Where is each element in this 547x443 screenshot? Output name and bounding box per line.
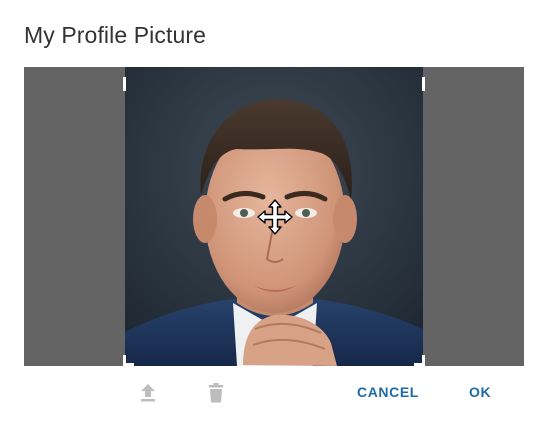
upload-icon — [141, 384, 155, 402]
upload-button[interactable] — [136, 380, 160, 406]
crop-shade-right — [423, 67, 524, 366]
trash-icon — [209, 383, 223, 403]
dialog-actions: CANCEL OK — [0, 374, 547, 414]
ok-button[interactable]: OK — [469, 384, 491, 400]
profile-picture-dialog: My Profile Picture CANCEL OK — [0, 0, 547, 443]
dialog-title: My Profile Picture — [24, 22, 207, 48]
move-arrows-icon[interactable] — [257, 199, 293, 235]
image-cropper[interactable] — [24, 67, 524, 366]
delete-button[interactable] — [204, 380, 228, 406]
cancel-button[interactable]: CANCEL — [357, 384, 419, 400]
crop-shade-left — [24, 67, 125, 366]
